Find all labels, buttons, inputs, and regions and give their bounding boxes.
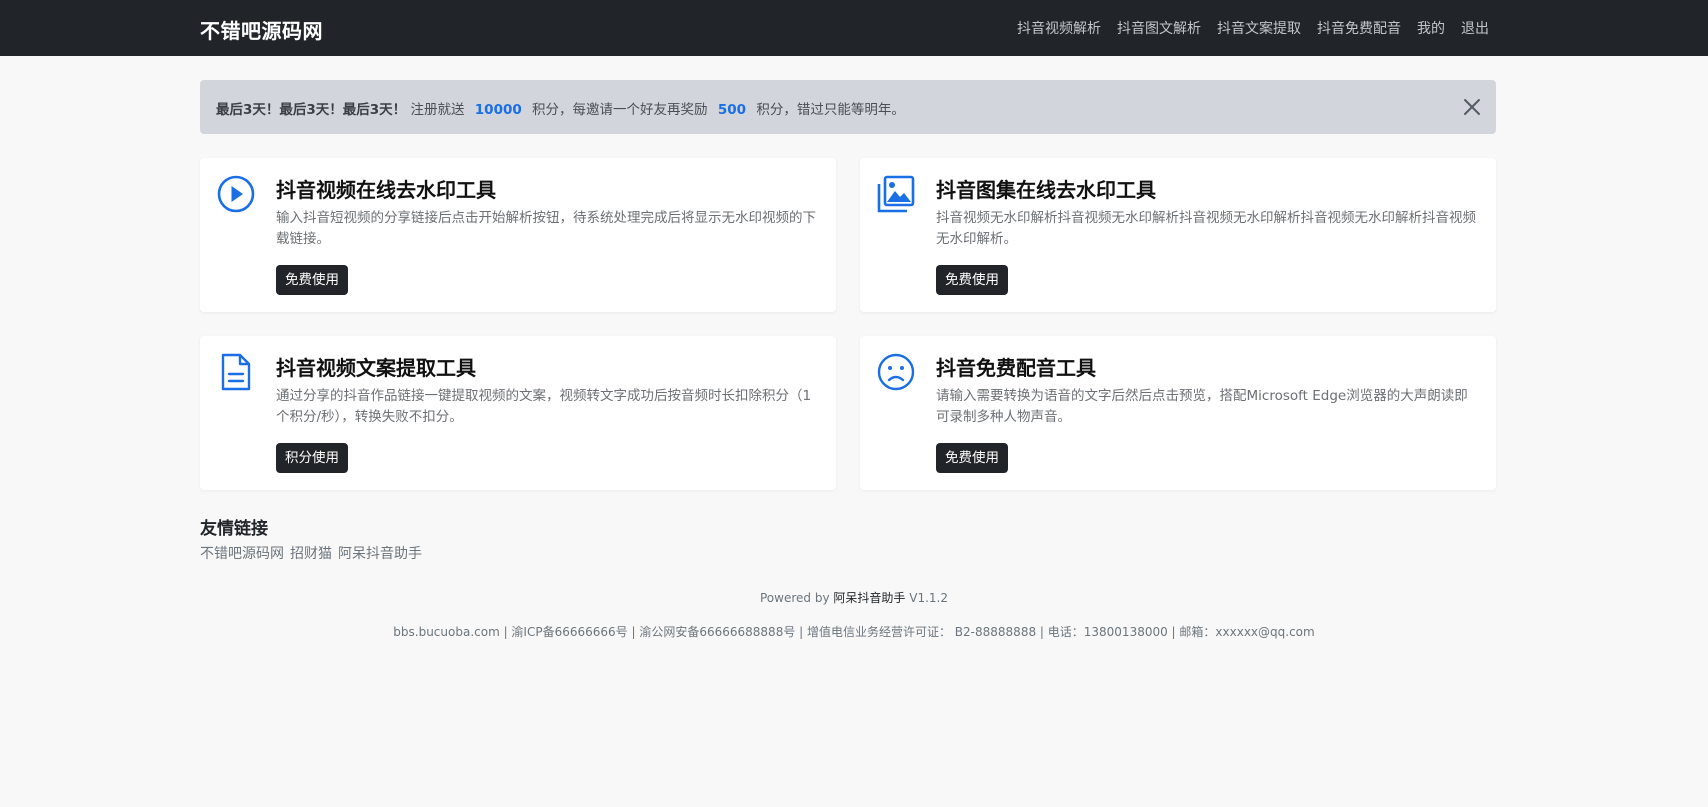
powered-link[interactable]: 阿呆抖音助手: [833, 591, 905, 605]
alert-text-1: 注册就送: [410, 102, 465, 118]
main-nav: 抖音视频解析 抖音图文解析 抖音文案提取 抖音免费配音 我的 退出: [1017, 18, 1489, 38]
play-circle-icon: [216, 174, 256, 214]
friend-link-adai[interactable]: 阿呆抖音助手: [338, 543, 422, 563]
close-icon[interactable]: [1462, 97, 1482, 117]
powered-prefix: Powered by: [760, 591, 830, 605]
alert-text-2: 积分，每邀请一个好友再奖励: [532, 102, 708, 118]
card-title: 抖音图集在线去水印工具: [936, 178, 1156, 202]
tool-card-free-dubbing: 抖音免费配音工具 请输入需要转换为语音的文字后然后点击预览，搭配Microsof…: [860, 336, 1496, 490]
nav-item-video-parse[interactable]: 抖音视频解析: [1017, 18, 1101, 38]
free-use-button[interactable]: 免费使用: [936, 265, 1008, 295]
friend-links-title: 友情链接: [200, 519, 268, 539]
tool-card-video-watermark: 抖音视频在线去水印工具 输入抖音短视频的分享链接后点击开始解析按钮，待系统处理完…: [200, 158, 836, 312]
nav-item-free-dubbing[interactable]: 抖音免费配音: [1317, 18, 1401, 38]
card-title: 抖音免费配音工具: [936, 356, 1096, 380]
tool-card-copy-extract: 抖音视频文案提取工具 通过分享的抖音作品链接一键提取视频的文案，视频转文字成功后…: [200, 336, 836, 490]
card-title: 抖音视频在线去水印工具: [276, 178, 496, 202]
top-navbar: 不错吧源码网 抖音视频解析 抖音图文解析 抖音文案提取 抖音免费配音 我的 退出: [0, 0, 1708, 56]
document-icon: [216, 352, 256, 392]
footer-info: bbs.bucuoba.com | 渝ICP备66666666号 | 渝公网安备…: [393, 625, 1315, 639]
promo-alert: 最后3天！最后3天！最后3天！ 注册就送 10000 积分，每邀请一个好友再奖励…: [200, 80, 1496, 134]
nav-item-copy-extract[interactable]: 抖音文案提取: [1217, 18, 1301, 38]
images-icon: [876, 174, 916, 214]
points-use-button[interactable]: 积分使用: [276, 443, 348, 473]
nav-item-my-account[interactable]: 我的: [1417, 18, 1445, 38]
free-use-button[interactable]: 免费使用: [936, 443, 1008, 473]
alert-text-3: 积分，错过只能等明年。: [756, 102, 905, 118]
nav-item-image-parse[interactable]: 抖音图文解析: [1117, 18, 1201, 38]
nav-item-logout[interactable]: 退出: [1461, 18, 1489, 38]
card-description: 输入抖音短视频的分享链接后点击开始解析按钮，待系统处理完成后将显示无水印视频的下…: [276, 210, 816, 247]
alert-lead: 最后3天！最后3天！最后3天！: [216, 102, 407, 118]
signup-points: 10000: [474, 102, 522, 118]
card-description: 通过分享的抖音作品链接一键提取视频的文案，视频转文字成功后按音频时长扣除积分（1…: [276, 388, 812, 425]
invite-points: 500: [717, 102, 747, 118]
card-title: 抖音视频文案提取工具: [276, 356, 476, 380]
friend-links: 不错吧源码网 招财猫 阿呆抖音助手: [200, 543, 422, 563]
friend-link-zhaocaimao[interactable]: 招财猫: [290, 543, 332, 563]
tool-card-image-watermark: 抖音图集在线去水印工具 抖音视频无水印解析抖音视频无水印解析抖音视频无水印解析抖…: [860, 158, 1496, 312]
alert-message: 最后3天！最后3天！最后3天！ 注册就送 10000 积分，每邀请一个好友再奖励…: [216, 98, 905, 118]
version: V1.1.2: [909, 591, 948, 605]
free-use-button[interactable]: 免费使用: [276, 265, 348, 295]
card-description: 抖音视频无水印解析抖音视频无水印解析抖音视频无水印解析抖音视频无水印解析抖音视频…: [936, 210, 1476, 247]
powered-by: Powered by 阿呆抖音助手 V1.1.2: [0, 589, 1708, 606]
frown-face-icon: [876, 352, 916, 392]
brand-logo[interactable]: 不错吧源码网: [200, 15, 323, 44]
card-description: 请输入需要转换为语音的文字后然后点击预览，搭配Microsoft Edge浏览器…: [936, 388, 1468, 425]
friend-link-bucuoba[interactable]: 不错吧源码网: [200, 543, 284, 563]
